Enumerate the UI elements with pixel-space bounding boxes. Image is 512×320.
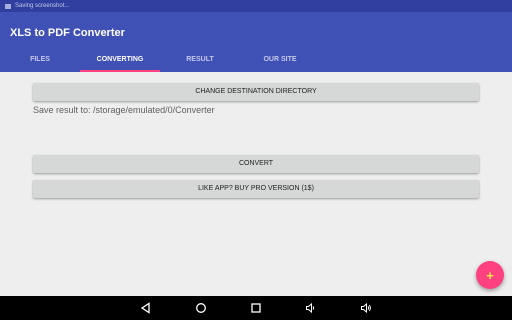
volume-down-icon[interactable] bbox=[304, 301, 318, 315]
recents-icon[interactable] bbox=[249, 301, 263, 315]
convert-button[interactable]: CONVERT bbox=[33, 155, 479, 173]
screenshot-icon bbox=[5, 3, 11, 9]
volume-up-icon[interactable] bbox=[359, 301, 373, 315]
tab-our-site[interactable]: OUR SITE bbox=[245, 52, 315, 72]
buy-pro-button[interactable]: LIKE APP? BUY PRO VERSION (1$) bbox=[33, 180, 479, 198]
plus-icon: + bbox=[486, 267, 494, 283]
back-icon[interactable] bbox=[139, 301, 153, 315]
app-title: XLS to PDF Converter bbox=[10, 27, 125, 39]
tab-bar: FILES CONVERTING RESULT OUR SITE bbox=[0, 52, 512, 72]
change-destination-directory-button[interactable]: CHANGE DESTINATION DIRECTORY bbox=[33, 83, 479, 101]
tab-files[interactable]: FILES bbox=[10, 52, 70, 72]
fab-add-button[interactable]: + bbox=[476, 261, 504, 289]
save-result-path: Save result to: /storage/emulated/0/Conv… bbox=[33, 105, 215, 115]
navigation-bar bbox=[0, 296, 512, 320]
tab-result[interactable]: RESULT bbox=[170, 52, 230, 72]
status-text: Saving screenshot... bbox=[15, 3, 70, 9]
status-bar: Saving screenshot... bbox=[0, 0, 512, 12]
home-icon[interactable] bbox=[194, 301, 208, 315]
tab-converting[interactable]: CONVERTING bbox=[80, 52, 160, 72]
app-bar: XLS to PDF Converter FILES CONVERTING RE… bbox=[0, 12, 512, 72]
